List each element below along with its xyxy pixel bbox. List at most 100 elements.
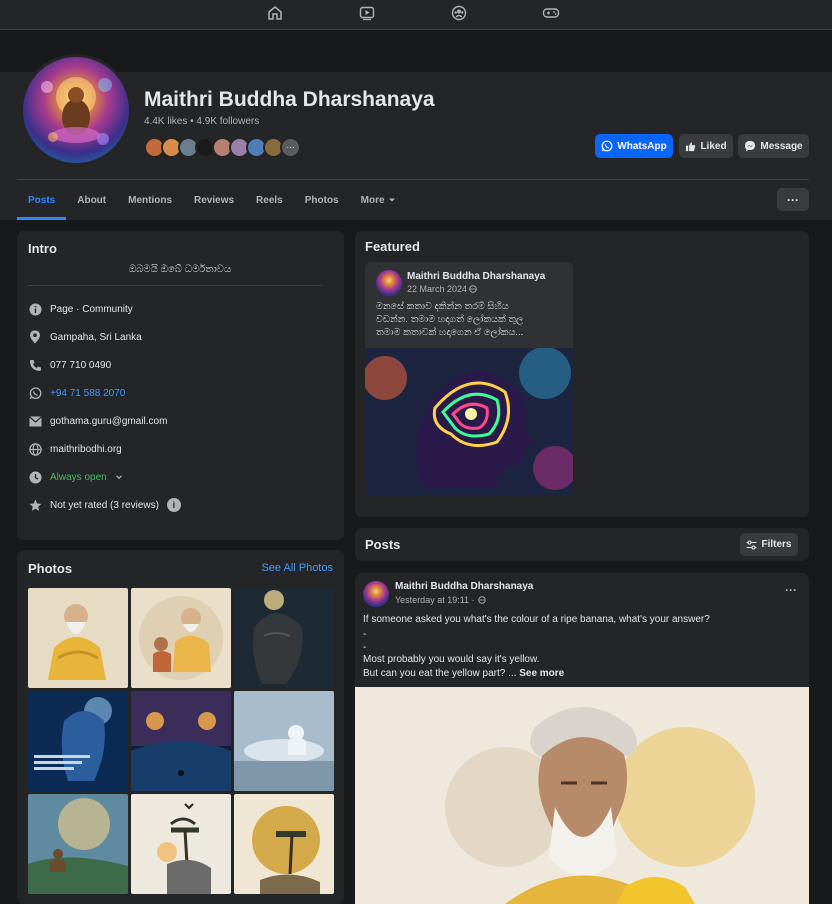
tab-more-label: More [360,194,385,206]
post-author-avatar[interactable] [363,581,389,607]
featured-text-line: තමාම කතාවක් හදාගෙන ඒ ලෝකය... [376,327,524,338]
filters-button[interactable]: Filters [740,533,798,556]
post-time[interactable]: Yesterday at 19:11 · [395,595,475,605]
video-icon[interactable] [356,4,378,22]
phone-icon [28,358,42,372]
see-all-photos-link[interactable]: See All Photos [261,562,333,574]
clock-icon [28,470,42,484]
intro-hours-text: Always open [50,471,107,483]
featured-post[interactable]: Maithri Buddha Dharshanaya 22 March 2024… [365,262,573,496]
info-icon [28,302,42,316]
post-author-avatar[interactable] [376,270,402,296]
gaming-icon[interactable] [540,4,562,22]
photo-thumbnail[interactable] [234,794,334,894]
post-text-line: Most probably you would say it's yellow. [363,654,540,665]
photo-thumbnail[interactable] [28,794,128,894]
intro-whatsapp: +94 71 588 2070 [28,385,125,401]
featured-title: Featured [365,239,420,254]
whatsapp-button-label: WhatsApp [617,140,667,152]
liked-button-label: Liked [700,140,727,152]
tab-posts[interactable]: Posts [17,180,67,220]
page-title: Maithri Buddha Dharshanaya [144,88,435,111]
whatsapp-icon [601,140,613,152]
follower-avatars[interactable]: ··· [144,137,301,159]
message-button-label: Message [760,140,803,152]
intro-phone-text[interactable]: 077 710 0490 [50,360,111,371]
post-author[interactable]: Maithri Buddha Dharshanaya [395,581,533,592]
caret-down-icon [388,198,395,202]
intro-phone: 077 710 0490 [28,357,111,373]
tab-reviews[interactable]: Reviews [183,180,245,220]
groups-icon[interactable] [448,4,470,22]
post-text-last-line: But can you eat the yellow part? ... See… [363,668,564,679]
page-options-button[interactable]: ··· [777,188,809,211]
profile-avatar[interactable] [20,54,132,166]
featured-date-row: 22 March 2024 [407,284,477,294]
intro-rating: Not yet rated (3 reviews) i [28,497,181,513]
globe-icon [28,442,42,456]
rating-info-icon[interactable]: i [166,498,181,512]
tab-reels[interactable]: Reels [245,180,294,220]
globe-icon [469,285,477,293]
photos-card: Photos See All Photos [17,550,344,904]
photos-title: Photos [28,561,73,576]
star-icon [28,498,42,512]
see-more-link[interactable]: See more [519,668,564,679]
intro-whatsapp-link[interactable]: +94 71 588 2070 [50,388,125,399]
posts-header-card: Posts Filters [355,528,809,561]
featured-card: Featured Maithri Buddha Dharshanaya 22 M… [355,231,809,517]
home-icon[interactable] [264,4,286,22]
filters-label: Filters [761,539,792,550]
globe-icon [477,596,486,604]
post-text-line: - [363,642,367,653]
featured-text-line: මනසේ කතාව දකින්න තරම් සිහිය [376,301,509,312]
intro-email-text[interactable]: gothama.guru@gmail.com [50,416,167,427]
post-image[interactable] [355,687,809,904]
tab-more[interactable]: More [350,180,407,220]
post-options-button[interactable]: ··· [785,583,797,597]
posts-title: Posts [365,537,401,552]
intro-website-link[interactable]: maithribodhi.org [50,444,122,455]
photo-thumbnail[interactable] [131,588,231,688]
post-time-row: Yesterday at 19:11 · [395,595,486,605]
featured-date[interactable]: 22 March 2024 [407,284,467,294]
page-tabs: Posts About Mentions Reviews Reels Photo… [17,180,407,220]
post-text-line: - [363,629,367,640]
photo-thumbnail[interactable] [131,691,231,791]
page-stats[interactable]: 4.4K likes • 4.9K followers [144,116,259,127]
intro-hours[interactable]: Always open [28,469,123,485]
photo-thumbnail[interactable] [28,588,128,688]
intro-website: maithribodhi.org [28,441,122,457]
post-card: Maithri Buddha Dharshanaya Yesterday at … [355,573,809,904]
liked-button[interactable]: Liked [679,134,733,158]
location-pin-icon [28,330,42,344]
intro-rating-text: Not yet rated (3 reviews) [50,499,159,511]
filter-sliders-icon [746,540,757,549]
intro-category-text: Page · Community [50,303,133,315]
more-followers-icon[interactable]: ··· [280,137,301,158]
whatsapp-button[interactable]: WhatsApp [595,134,673,158]
email-icon [28,414,42,428]
intro-divider [28,285,322,286]
featured-image[interactable] [365,348,573,496]
featured-author[interactable]: Maithri Buddha Dharshanaya [407,271,545,282]
tab-about[interactable]: About [66,180,117,220]
intro-title: Intro [28,241,57,256]
post-text-line: But can you eat the yellow part? ... [363,668,517,679]
intro-location-text[interactable]: Gampaha, Sri Lanka [50,332,142,343]
intro-bio: ඔබමයි ඔබේ ධර්මතාවය [128,264,232,275]
intro-category: Page · Community [28,301,133,317]
cover-photo-area [0,31,832,72]
intro-email: gothama.guru@gmail.com [28,413,167,429]
photo-thumbnail[interactable] [234,588,334,688]
tab-mentions[interactable]: Mentions [117,180,183,220]
intro-card: Intro ඔබමයි ඔබේ ධර්මතාවය Page · Communit… [17,231,344,540]
message-button[interactable]: Message [738,134,809,158]
tab-photos[interactable]: Photos [294,180,350,220]
whatsapp-icon [28,386,42,400]
photo-thumbnail[interactable] [234,691,334,791]
photo-thumbnail[interactable] [28,691,128,791]
top-navigation [0,0,832,30]
photo-thumbnail[interactable] [131,794,231,894]
thumbs-up-icon [686,141,696,151]
